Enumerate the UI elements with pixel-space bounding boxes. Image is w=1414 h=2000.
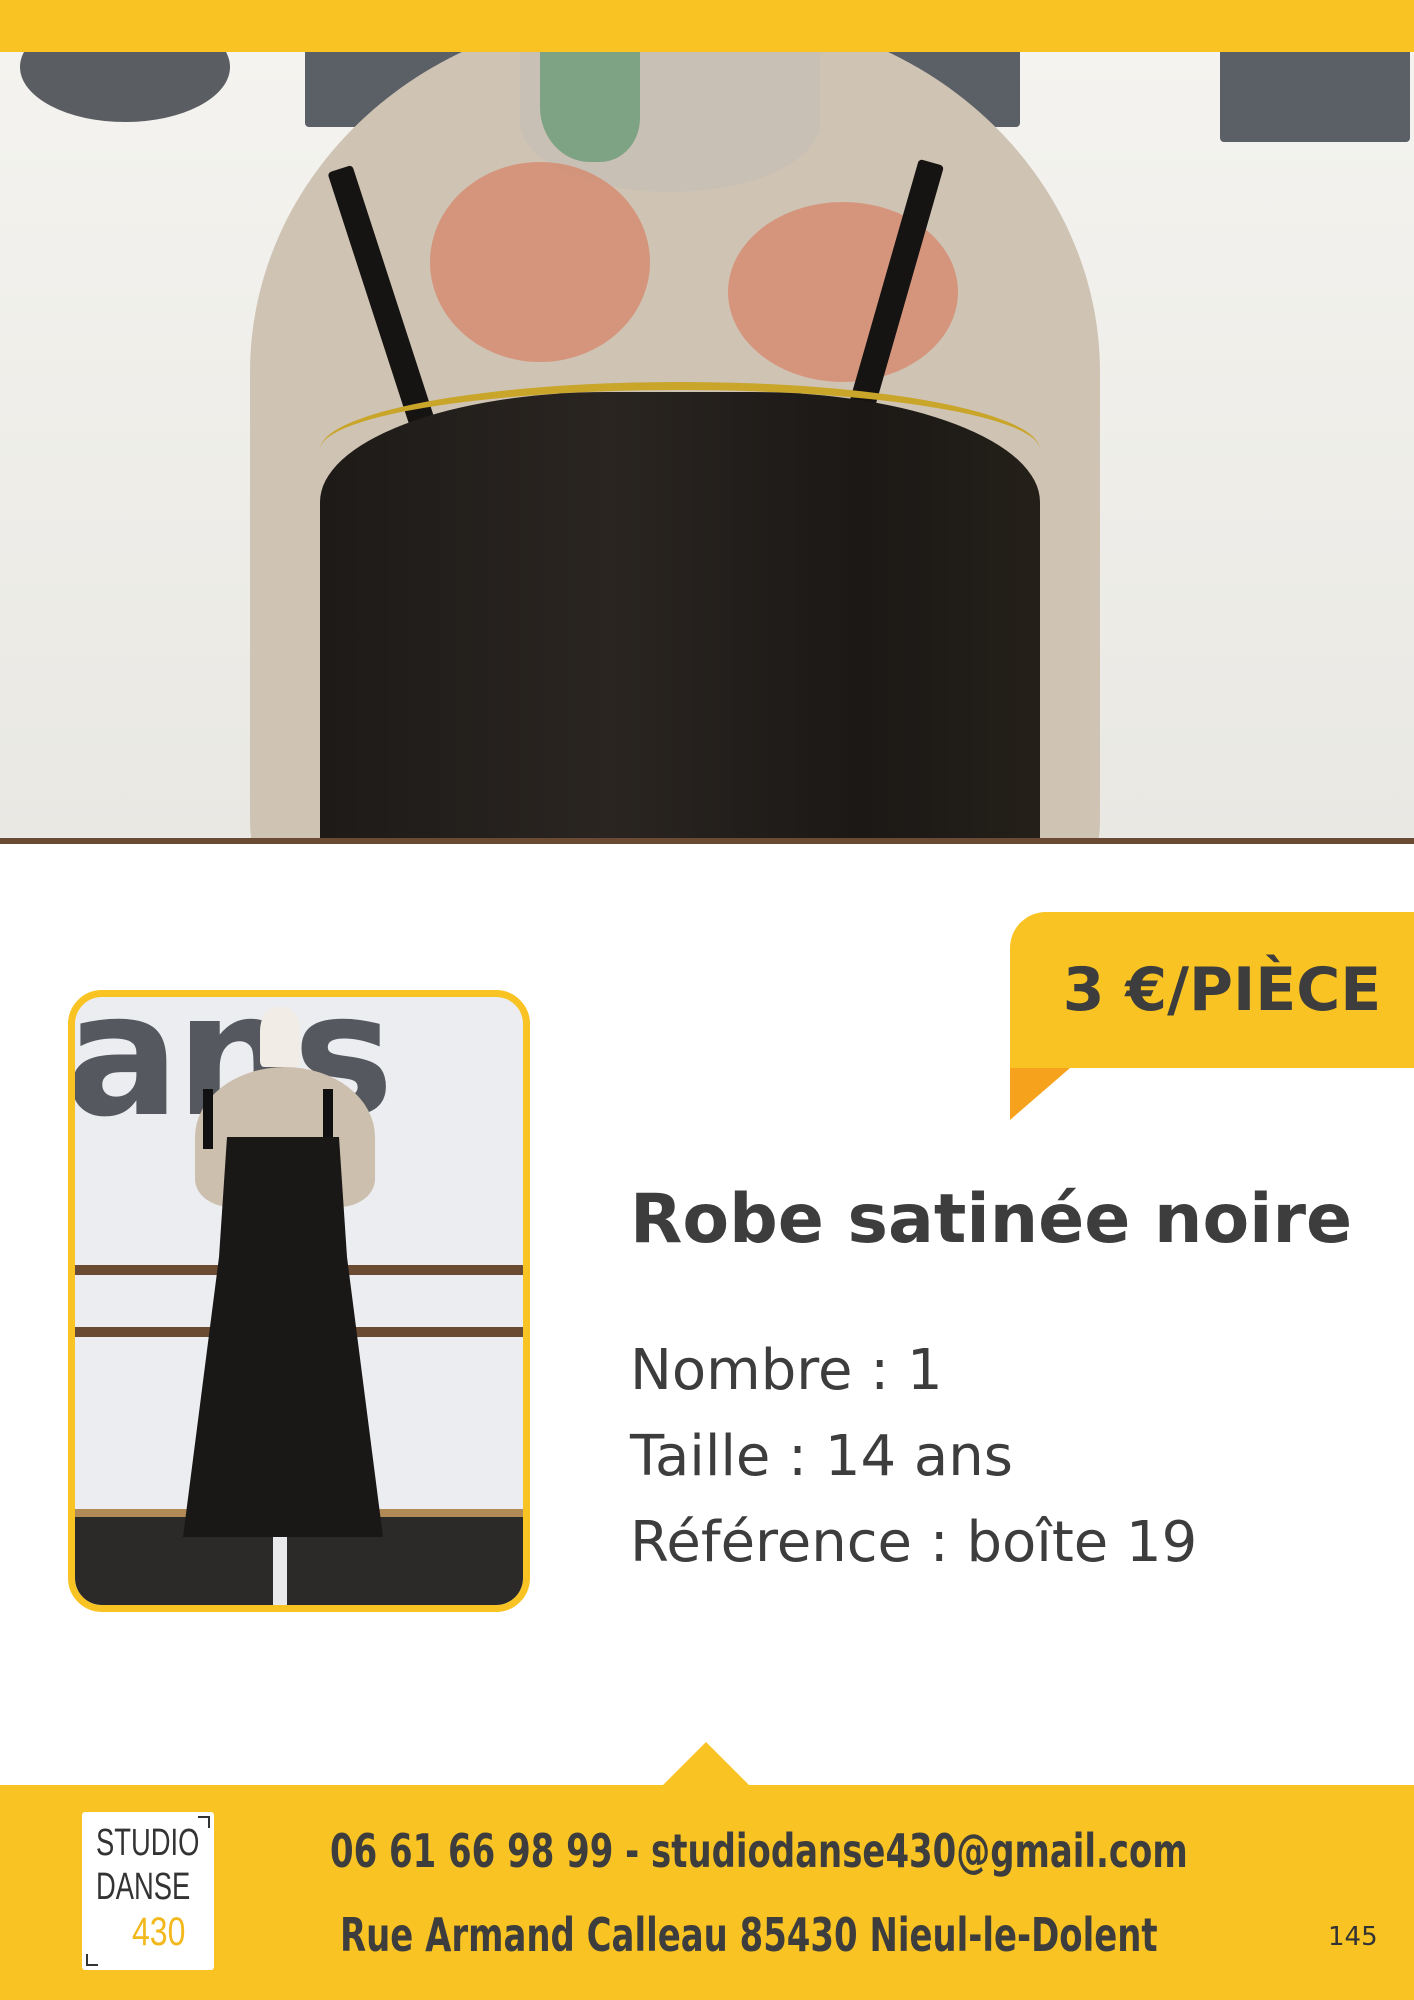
page-number: 145 [1328, 1922, 1378, 1952]
studio-logo: STUDIO DANSE 430 [82, 1812, 214, 1970]
spec-quantity: Nombre : 1 [630, 1338, 943, 1403]
contact-phone-email: 06 61 66 98 99 - studiodanse430@gmail.co… [330, 1824, 1188, 1878]
footer-notch [662, 1742, 750, 1786]
price-tag: 3 €/PIÈCE [1010, 912, 1414, 1068]
contact-address: Rue Armand Calleau 85430 Nieul-le-Dolent [340, 1908, 1158, 1962]
product-title: Robe satinée noire [630, 1180, 1353, 1259]
price-label: 3 €/PIÈCE [1062, 955, 1382, 1025]
hero-product-photo [0, 52, 1414, 844]
top-accent-bar [0, 0, 1414, 52]
price-tag-fold [1010, 1068, 1070, 1120]
product-thumbnail: ans [68, 990, 530, 1612]
spec-size: Taille : 14 ans [630, 1424, 1013, 1489]
spec-reference: Référence : boîte 19 [630, 1510, 1198, 1575]
